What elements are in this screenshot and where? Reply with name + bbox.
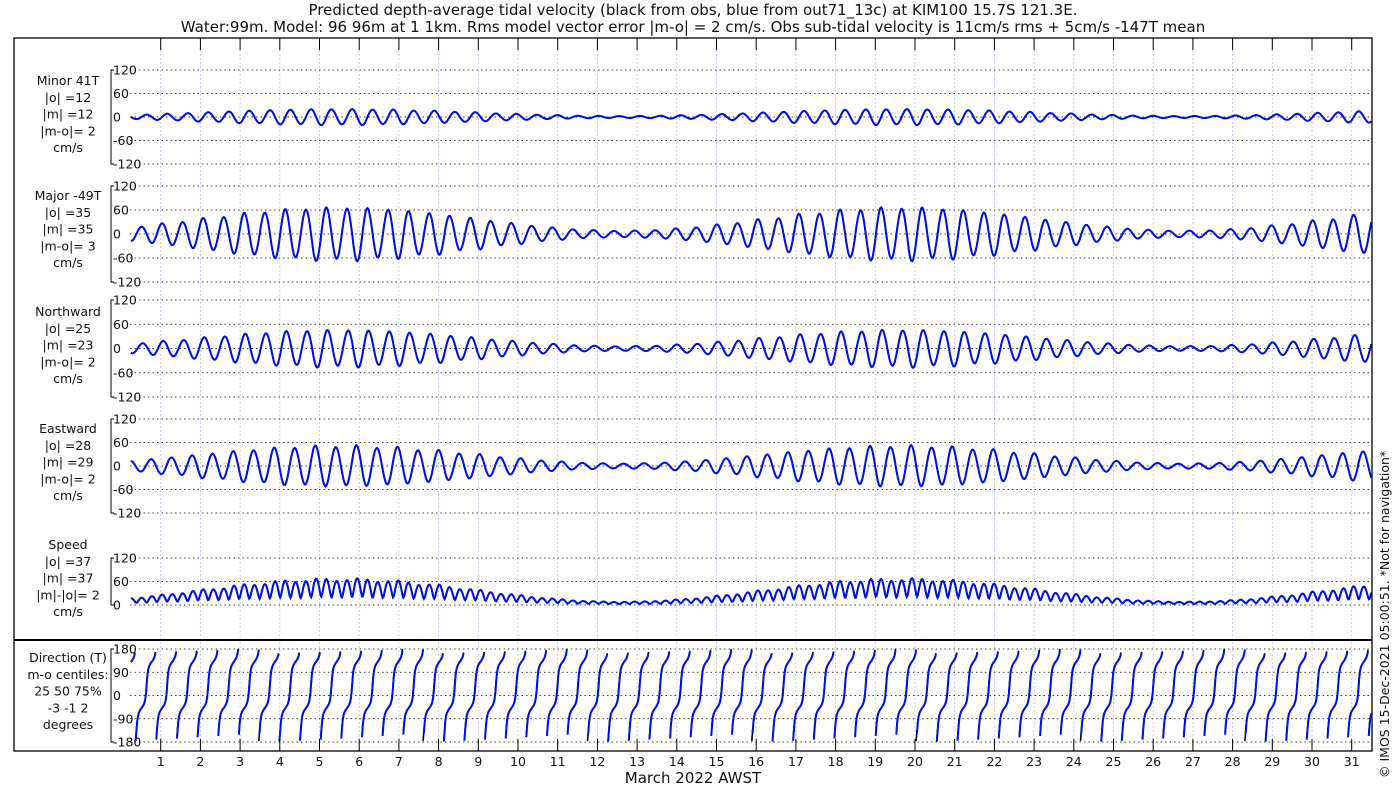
y-tick-label: 0 xyxy=(113,227,121,242)
panel-label-minor: |m| =12 xyxy=(43,107,94,122)
x-tick-label: 10 xyxy=(510,754,526,769)
x-tick-label: 19 xyxy=(867,754,883,769)
panel-label-east: cm/s xyxy=(53,488,83,503)
panel-label-east: |m| =29 xyxy=(43,455,94,470)
y-tick-label: 120 xyxy=(113,293,137,308)
y-tick-label: -120 xyxy=(113,390,141,405)
x-tick-label: 25 xyxy=(1106,754,1122,769)
x-tick-label: 20 xyxy=(907,754,923,769)
x-tick-label: 15 xyxy=(709,754,725,769)
y-tick-label: 0 xyxy=(113,341,121,356)
panel-label-major: cm/s xyxy=(53,255,83,270)
x-tick-label: 1 xyxy=(157,754,165,769)
y-tick-label: 60 xyxy=(113,203,129,218)
x-tick-label: 8 xyxy=(435,754,443,769)
y-tick-label: -60 xyxy=(113,482,133,497)
y-tick-label: 0 xyxy=(113,598,121,613)
panel-label-minor: Minor 41T xyxy=(37,73,100,88)
x-tick-label: 17 xyxy=(788,754,804,769)
x-tick-label: 12 xyxy=(589,754,605,769)
panel-label-north: Northward xyxy=(35,304,101,319)
panel-label-direction: m-o centiles: xyxy=(27,667,108,682)
panel-label-minor: |m-o|= 2 xyxy=(40,123,95,138)
y-tick-label: 0 xyxy=(113,110,121,125)
y-tick-label: 90 xyxy=(113,665,129,680)
chart-subtitle: Water:99m. Model: 96 96m at 1 1km. Rms m… xyxy=(181,18,1205,36)
panel-label-major: |m-o|= 3 xyxy=(40,238,95,253)
panel-label-speed: cm/s xyxy=(53,604,83,619)
x-tick-label: 11 xyxy=(550,754,566,769)
panel-label-north: |m| =23 xyxy=(43,338,94,353)
x-tick-label: 28 xyxy=(1225,754,1241,769)
x-tick-label: 22 xyxy=(986,754,1002,769)
x-tick-label: 23 xyxy=(1026,754,1042,769)
y-tick-label: 60 xyxy=(113,574,129,589)
y-tick-label: -120 xyxy=(113,157,141,172)
x-tick-label: 7 xyxy=(395,754,403,769)
x-tick-label: 30 xyxy=(1304,754,1320,769)
panel-label-direction: degrees xyxy=(43,717,93,732)
x-axis-label: March 2022 AWST xyxy=(625,769,762,787)
x-tick-label: 13 xyxy=(629,754,645,769)
panel-label-speed: |o| =37 xyxy=(45,554,91,569)
y-tick-label: 60 xyxy=(113,317,129,332)
model-series-speed xyxy=(130,576,1373,606)
tidal-velocity-figure: Predicted depth-average tidal velocity (… xyxy=(0,0,1400,800)
panel-label-east: Eastward xyxy=(39,421,97,436)
x-tick-label: 14 xyxy=(669,754,685,769)
x-tick-label: 29 xyxy=(1264,754,1280,769)
y-tick-label: 120 xyxy=(113,412,137,427)
panel-label-speed: |m|-|o|= 2 xyxy=(36,587,100,602)
x-tick-label: 27 xyxy=(1185,754,1201,769)
y-tick-label: 120 xyxy=(113,551,137,566)
x-tick-label: 16 xyxy=(748,754,764,769)
panel-label-major: |m| =35 xyxy=(43,222,94,237)
x-tick-label: 21 xyxy=(947,754,963,769)
panel-label-north: cm/s xyxy=(53,371,83,386)
y-tick-label: -60 xyxy=(113,133,133,148)
y-tick-label: 60 xyxy=(113,86,129,101)
x-tick-label: 18 xyxy=(828,754,844,769)
x-tick-label: 3 xyxy=(236,754,244,769)
panel-label-east: |m-o|= 2 xyxy=(40,471,95,486)
panel-label-speed: |m| =37 xyxy=(43,571,94,586)
y-tick-label: -180 xyxy=(113,735,141,750)
x-tick-label: 2 xyxy=(196,754,204,769)
copyright-note: © IMOS 15-Dec-2021 05:00:51. *Not for na… xyxy=(1377,451,1392,778)
panel-label-minor: cm/s xyxy=(53,140,83,155)
panel-label-major: |o| =35 xyxy=(45,205,91,220)
y-tick-label: -90 xyxy=(113,711,133,726)
x-tick-label: 26 xyxy=(1145,754,1161,769)
panel-label-major: Major -49T xyxy=(35,188,102,203)
y-tick-label: -60 xyxy=(113,365,133,380)
panel-label-direction: -3 -1 2 xyxy=(48,700,89,715)
x-tick-label: 31 xyxy=(1344,754,1360,769)
plot-frame xyxy=(13,37,1373,752)
panel-label-north: |o| =25 xyxy=(45,321,91,336)
obs-series-speed xyxy=(130,577,1372,605)
panel-label-north: |m-o|= 2 xyxy=(40,354,95,369)
y-tick-label: 0 xyxy=(113,688,121,703)
x-tick-label: 24 xyxy=(1066,754,1082,769)
y-tick-label: 60 xyxy=(113,435,129,450)
model-series-east xyxy=(130,443,1373,488)
panel-label-east: |o| =28 xyxy=(45,438,91,453)
y-tick-label: -120 xyxy=(113,275,141,290)
y-tick-label: -120 xyxy=(113,506,141,521)
x-tick-label: 6 xyxy=(355,754,363,769)
y-tick-label: 180 xyxy=(113,642,137,657)
chart-svg: Predicted depth-average tidal velocity (… xyxy=(13,1,1392,787)
x-tick-label: 5 xyxy=(316,754,324,769)
panel-label-direction: Direction (T) xyxy=(29,650,107,665)
x-tick-label: 4 xyxy=(276,754,284,769)
panel-label-speed: Speed xyxy=(48,537,87,552)
y-tick-label: 120 xyxy=(113,63,137,78)
x-tick-label: 9 xyxy=(474,754,482,769)
y-tick-label: 120 xyxy=(113,179,137,194)
y-tick-label: -60 xyxy=(113,251,133,266)
panel-label-direction: 25 50 75% xyxy=(34,684,102,699)
y-tick-label: 0 xyxy=(113,459,121,474)
panel-label-minor: |o| =12 xyxy=(45,90,91,105)
